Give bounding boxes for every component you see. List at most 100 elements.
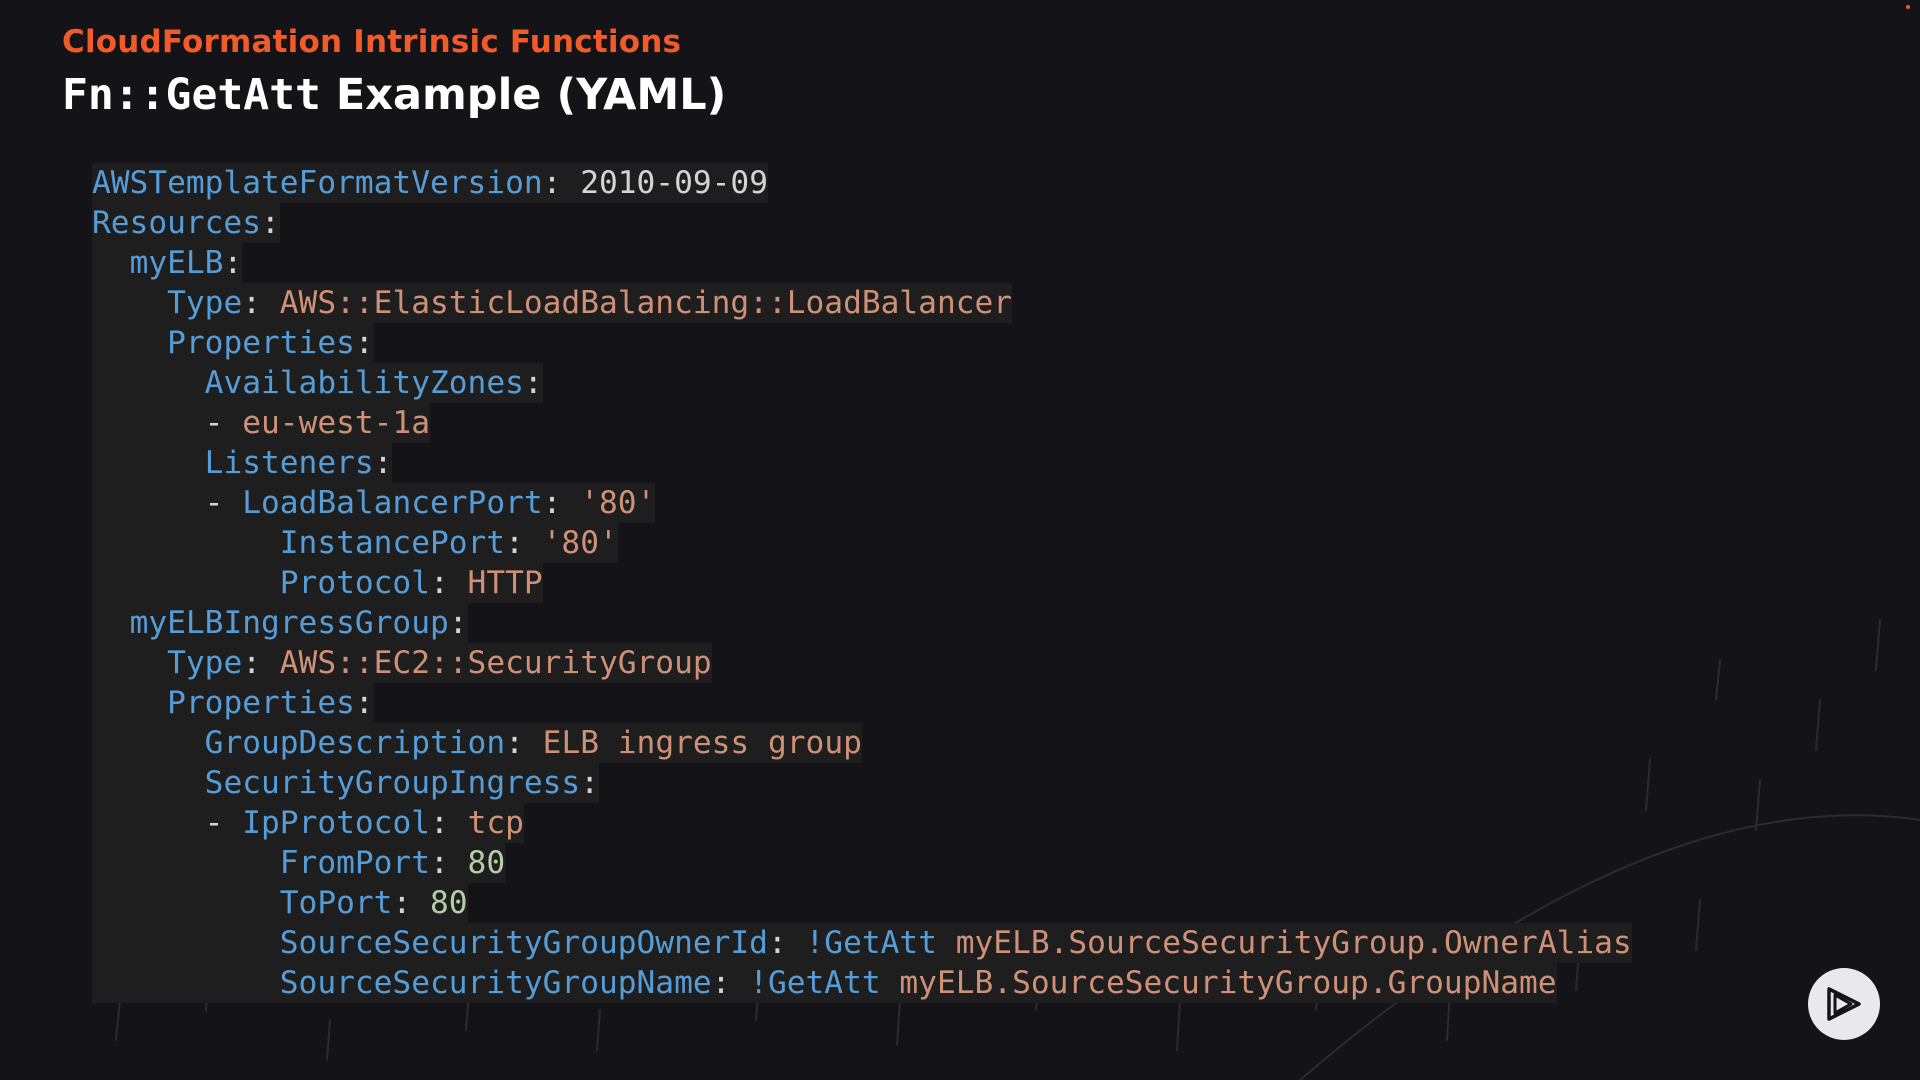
list-dash: -	[204, 485, 243, 521]
code-line: AvailabilityZones:	[92, 363, 1632, 403]
yaml-key: SourceSecurityGroupOwnerId	[279, 925, 768, 961]
yaml-value: HTTP	[467, 565, 543, 601]
yaml-separator: :	[242, 285, 280, 321]
yaml-key: myELBIngressGroup	[129, 605, 449, 641]
yaml-key: Listeners	[204, 445, 374, 481]
yaml-key: AWSTemplateFormatVersion	[92, 165, 543, 201]
code-line: - LoadBalancerPort: '80'	[92, 483, 1632, 523]
code-line: - eu-west-1a	[92, 403, 1632, 443]
yaml-key: Resources	[92, 205, 261, 241]
code-line-content: SourceSecurityGroupOwnerId: !GetAtt myEL…	[92, 923, 1632, 963]
yaml-value: 80	[467, 845, 506, 881]
code-line: Type: AWS::EC2::SecurityGroup	[92, 643, 1632, 683]
code-line-content: - LoadBalancerPort: '80'	[92, 483, 656, 523]
code-line-content: FromPort: 80	[92, 843, 506, 883]
yaml-value: 80	[430, 885, 468, 921]
yaml-separator: :	[448, 605, 468, 641]
yaml-key: LoadBalancerPort	[242, 485, 543, 521]
code-line: Type: AWS::ElasticLoadBalancing::LoadBal…	[92, 283, 1632, 323]
yaml-separator: :	[542, 165, 581, 201]
yaml-key: InstancePort	[279, 525, 506, 561]
yaml-separator: :	[373, 445, 393, 481]
yaml-separator: :	[354, 685, 374, 721]
code-line: GroupDescription: ELB ingress group	[92, 723, 1632, 763]
yaml-separator: :	[505, 725, 543, 761]
yaml-value: '80'	[580, 485, 656, 521]
code-line: Resources:	[92, 203, 1632, 243]
code-line-content: Type: AWS::ElasticLoadBalancing::LoadBal…	[92, 283, 1013, 323]
code-line-content: Resources:	[92, 203, 280, 243]
yaml-separator: :	[242, 645, 280, 681]
code-line-content: Protocol: HTTP	[92, 563, 543, 603]
yaml-tag: !GetAtt	[749, 965, 881, 1001]
code-line-content: Properties:	[92, 683, 374, 723]
yaml-key: Properties	[167, 685, 355, 721]
code-line-content: SourceSecurityGroupName: !GetAtt myELB.S…	[92, 963, 1557, 1003]
yaml-key: FromPort	[279, 845, 430, 881]
code-line: FromPort: 80	[92, 843, 1632, 883]
yaml-separator: :	[430, 805, 468, 841]
code-line: Properties:	[92, 323, 1632, 363]
title-suffix: Example (YAML)	[320, 70, 727, 120]
code-line-content: AWSTemplateFormatVersion: 2010-09-09	[92, 163, 768, 203]
code-line: InstancePort: '80'	[92, 523, 1632, 563]
yaml-key: ToPort	[279, 885, 393, 921]
code-line-content: Type: AWS::EC2::SecurityGroup	[92, 643, 712, 683]
yaml-separator: :	[542, 485, 581, 521]
yaml-separator: :	[261, 205, 280, 241]
code-line-content: GroupDescription: ELB ingress group	[92, 723, 862, 763]
yaml-value: AWS::EC2::SecurityGroup	[279, 645, 712, 681]
yaml-value: '80'	[542, 525, 618, 561]
code-line: Listeners:	[92, 443, 1632, 483]
play-icon	[1827, 987, 1861, 1021]
yaml-key: SecurityGroupIngress	[204, 765, 581, 801]
yaml-separator: :	[429, 845, 468, 881]
slide-title: Fn::GetAtt Example (YAML)	[62, 70, 726, 120]
yaml-separator: :	[767, 925, 806, 961]
code-line: Properties:	[92, 683, 1632, 723]
code-line-content: SecurityGroupIngress:	[92, 763, 599, 803]
yaml-key: Properties	[167, 325, 355, 361]
yaml-value: 2010-09-09	[580, 165, 768, 201]
yaml-separator: :	[392, 885, 430, 921]
code-line-content: Properties:	[92, 323, 374, 363]
code-line-content: InstancePort: '80'	[92, 523, 618, 563]
code-line: - IpProtocol: tcp	[92, 803, 1632, 843]
code-line: SecurityGroupIngress:	[92, 763, 1632, 803]
title-function-name: Fn::GetAtt	[62, 70, 321, 120]
code-line-content: - eu-west-1a	[92, 403, 430, 443]
code-line: myELBIngressGroup:	[92, 603, 1632, 643]
code-line: ToPort: 80	[92, 883, 1632, 923]
yaml-value: myELB.SourceSecurityGroup.GroupName	[899, 965, 1557, 1001]
code-line-content: Listeners:	[92, 443, 393, 483]
yaml-value: tcp	[467, 805, 524, 841]
yaml-separator: :	[429, 565, 468, 601]
yaml-key: Type	[167, 285, 243, 321]
yaml-key: IpProtocol	[242, 805, 430, 841]
yaml-key: SourceSecurityGroupName	[279, 965, 712, 1001]
yaml-key: AvailabilityZones	[204, 365, 524, 401]
yaml-value: eu-west-1a	[242, 405, 430, 441]
code-line-content: myELBIngressGroup:	[92, 603, 468, 643]
yaml-separator: :	[354, 325, 374, 361]
code-line-content: ToPort: 80	[92, 883, 468, 923]
yaml-key: myELB	[129, 245, 224, 281]
yaml-key: Type	[167, 645, 243, 681]
section-eyebrow: CloudFormation Intrinsic Functions	[62, 24, 682, 60]
list-dash: -	[204, 805, 243, 841]
code-line: SourceSecurityGroupName: !GetAtt myELB.S…	[92, 963, 1632, 1003]
yaml-separator: :	[223, 245, 243, 281]
yaml-value: ELB ingress group	[542, 725, 862, 761]
yaml-tag: !GetAtt	[805, 925, 937, 961]
yaml-code-block: AWSTemplateFormatVersion: 2010-09-09 Reso…	[92, 163, 1632, 1003]
yaml-separator: :	[580, 765, 599, 801]
code-line: SourceSecurityGroupOwnerId: !GetAtt myEL…	[92, 923, 1632, 963]
yaml-key: Protocol	[279, 565, 430, 601]
code-line-content: myELB:	[92, 243, 243, 283]
yaml-value: AWS::ElasticLoadBalancing::LoadBalancer	[279, 285, 1013, 321]
yaml-key: GroupDescription	[204, 725, 506, 761]
play-button[interactable]	[1808, 968, 1880, 1040]
code-line: Protocol: HTTP	[92, 563, 1632, 603]
code-line-content: - IpProtocol: tcp	[92, 803, 524, 843]
code-line: AWSTemplateFormatVersion: 2010-09-09	[92, 163, 1632, 203]
